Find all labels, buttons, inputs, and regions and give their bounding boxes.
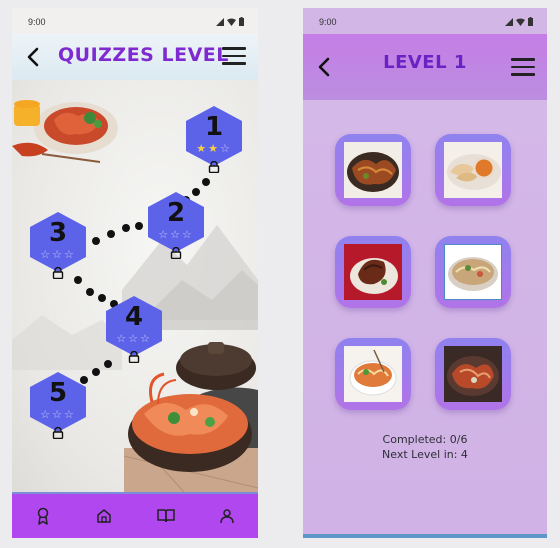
menu-button[interactable]	[511, 58, 535, 78]
lock-icon	[170, 247, 182, 259]
star-empty-icon: ☆	[63, 248, 76, 261]
level-stars: ★★☆	[186, 142, 242, 155]
star-empty-icon: ☆	[128, 332, 140, 345]
book-icon	[157, 509, 175, 523]
level-number: 5	[48, 378, 68, 408]
lock-icon	[208, 161, 220, 173]
completed-count: Completed: 0/6	[382, 433, 468, 446]
level-node-4[interactable]: 4 ☆☆☆	[106, 296, 162, 370]
spicy-stir-fry-image	[444, 346, 502, 402]
header: LEVEL 1	[303, 34, 547, 100]
star-empty-icon: ☆	[170, 228, 182, 241]
level-stars: ☆☆☆	[30, 248, 86, 261]
star-empty-icon: ☆	[63, 408, 76, 421]
nav-profile[interactable]	[216, 505, 238, 527]
lock-icon	[52, 267, 64, 279]
header: QUIZZES LEVEL	[12, 34, 258, 80]
level-number: 4	[124, 302, 144, 332]
status-bar: 9:00	[303, 8, 547, 34]
star-empty-icon: ☆	[40, 408, 53, 421]
star-empty-icon: ☆	[52, 408, 64, 421]
star-empty-icon: ☆	[181, 228, 194, 241]
level-node-5[interactable]: 5 ☆☆☆	[30, 372, 86, 446]
back-button[interactable]	[24, 46, 44, 68]
battery-icon	[239, 17, 244, 26]
level-number: 3	[48, 218, 68, 248]
food-card-3[interactable]	[335, 236, 411, 308]
wifi-icon	[516, 18, 525, 26]
status-time: 9:00	[28, 17, 46, 27]
level-number: 1	[204, 112, 224, 142]
star-empty-icon: ☆	[158, 228, 171, 241]
nav-home[interactable]	[93, 505, 115, 527]
level-node-3[interactable]: 3 ☆☆☆	[30, 212, 86, 286]
grilled-meat-image	[344, 244, 402, 300]
level-node-2[interactable]: 2 ☆☆☆	[148, 192, 204, 266]
bottom-nav	[12, 492, 258, 538]
food-grid-panel: Completed: 0/6 Next Level in: 4	[303, 100, 547, 538]
star-empty-icon: ☆	[52, 248, 64, 261]
nav-achievements[interactable]	[32, 505, 54, 527]
level-stars: ☆☆☆	[106, 332, 162, 345]
bottom-bar	[303, 534, 547, 538]
star-empty-icon: ☆	[40, 248, 53, 261]
level-stars: ☆☆☆	[30, 408, 86, 421]
menu-icon	[222, 47, 246, 50]
star-filled-icon: ★	[208, 142, 220, 155]
star-empty-icon: ☆	[139, 332, 152, 345]
star-empty-icon: ☆	[219, 142, 232, 155]
lock-icon	[52, 427, 64, 439]
shrimp-noodle-bowl-image	[344, 346, 402, 402]
noodle-soup-image	[444, 244, 502, 300]
page-title: QUIZZES LEVEL	[58, 44, 229, 66]
menu-icon	[511, 58, 535, 61]
food-card-5[interactable]	[335, 338, 411, 410]
chevron-left-icon	[27, 47, 39, 67]
status-time: 9:00	[319, 17, 337, 27]
food-card-6[interactable]	[435, 338, 511, 410]
shrimp-plate-image	[12, 100, 118, 163]
level-node-1[interactable]: 1 ★★☆	[186, 106, 242, 180]
user-icon	[220, 509, 234, 524]
status-icons	[505, 17, 533, 26]
level-1-screen: LEVEL 1 9:00 Completed: 0/6 Next Level i…	[303, 8, 547, 538]
signal-icon	[505, 17, 513, 26]
menu-button[interactable]	[222, 47, 246, 67]
battery-icon	[528, 17, 533, 26]
star-empty-icon: ☆	[116, 332, 129, 345]
nav-library[interactable]	[155, 505, 177, 527]
status-icons	[216, 17, 244, 26]
food-card-1[interactable]	[335, 134, 411, 206]
wifi-icon	[227, 18, 236, 26]
food-card-2[interactable]	[435, 134, 511, 206]
level-number: 2	[166, 198, 186, 228]
status-bar: 9:00	[12, 8, 258, 34]
home-icon	[97, 509, 111, 523]
level-map: 1 ★★☆ 2 ☆☆☆ 3 ☆☆☆ 4 ☆☆☆ 5 ☆☆☆	[12, 80, 258, 492]
food-card-4[interactable]	[435, 236, 511, 308]
star-filled-icon: ★	[196, 142, 209, 155]
quizzes-level-screen: 9:00 QUIZZES LEVEL 1 ★★☆ 2 ☆☆☆ 3 ☆☆☆ 4 ☆…	[12, 8, 258, 538]
level-stars: ☆☆☆	[148, 228, 204, 241]
next-level-count: Next Level in: 4	[382, 448, 468, 461]
signal-icon	[216, 17, 224, 26]
lock-icon	[128, 351, 140, 363]
fried-noodles-image	[344, 142, 402, 198]
award-icon	[37, 507, 48, 525]
dumplings-and-soup-image	[444, 142, 502, 198]
